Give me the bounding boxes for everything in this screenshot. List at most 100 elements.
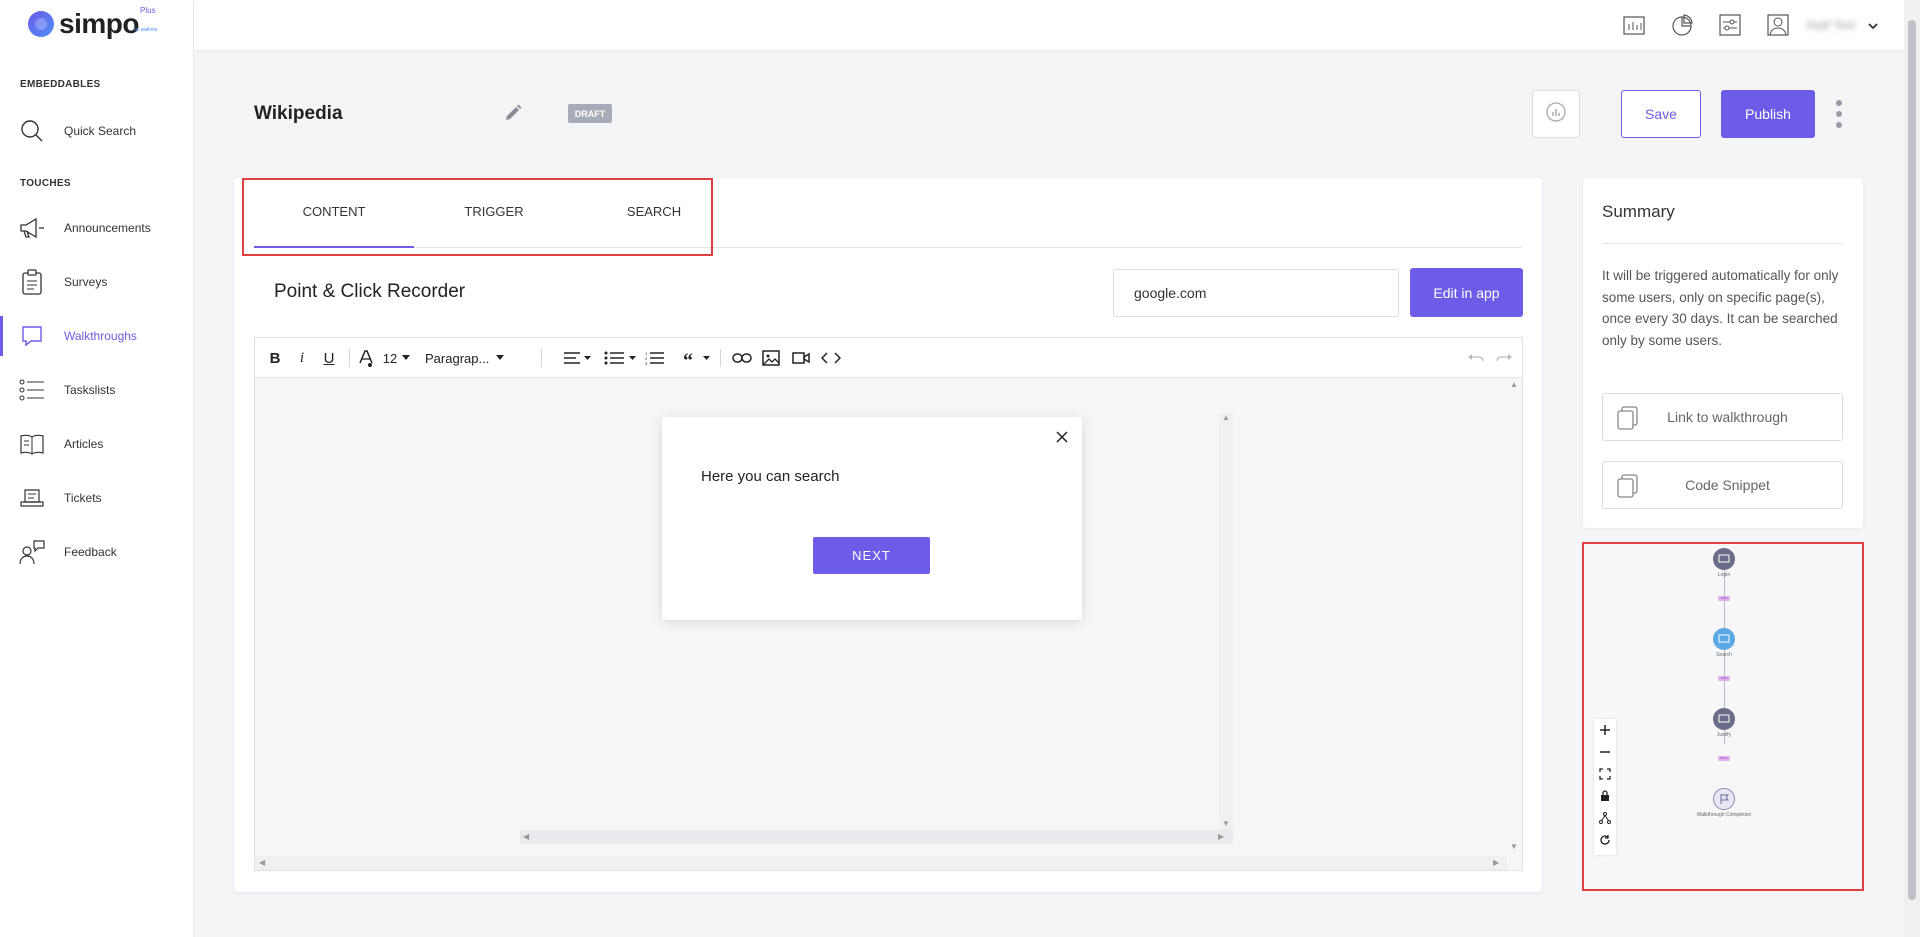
scrollbar-thumb[interactable] [1908, 20, 1916, 900]
code-snippet-button[interactable]: Code Snippet [1602, 461, 1843, 509]
book-icon [18, 430, 46, 458]
bullet-list-icon[interactable] [604, 348, 638, 368]
align-icon[interactable] [564, 348, 592, 368]
sidebar-item-quick-search[interactable]: Quick Search [0, 111, 194, 151]
clipboard-icon [18, 268, 46, 296]
simpo-logo[interactable]: simpo [28, 8, 139, 40]
numbered-list-icon[interactable]: 123 [645, 348, 665, 368]
caret-down-icon[interactable] [495, 348, 505, 368]
flow-node-label: Justify [1716, 732, 1732, 738]
popup-text: Here you can search [701, 468, 840, 485]
redo-icon[interactable] [1495, 348, 1513, 368]
sidebar-item-feedback[interactable]: Feedback [0, 532, 194, 572]
logo-by: by walkme [134, 27, 158, 33]
search-icon [18, 117, 46, 145]
sidebar-item-announcements[interactable]: Announcements [0, 208, 194, 248]
scroll-left-arrow-icon[interactable]: ◀ [259, 858, 265, 867]
scroll-up-arrow-icon[interactable]: ▲ [1222, 413, 1230, 422]
layout-tree-icon[interactable] [1594, 807, 1616, 829]
settings-sliders-icon[interactable] [1718, 13, 1742, 37]
sidebar-item-label: Taskslists [64, 383, 116, 397]
svg-text:3: 3 [645, 361, 648, 365]
font-size-select[interactable]: 12 [383, 348, 397, 368]
feedback-icon [18, 538, 46, 566]
editor-toolbar: B i U 12 Paragrap... 123 “ [255, 338, 1522, 378]
page-scrollbar[interactable] [1904, 0, 1920, 937]
sidebar-item-walkthroughs[interactable]: Walkthroughs [0, 316, 194, 356]
scroll-right-arrow-icon[interactable]: ▶ [1218, 832, 1224, 841]
pencil-icon[interactable] [503, 103, 523, 128]
blockquote-icon[interactable]: “ [683, 348, 713, 368]
flow-edge-tag: Click [1718, 596, 1730, 601]
flow-node-step-icon[interactable] [1713, 708, 1735, 730]
font-color-icon[interactable] [357, 348, 375, 368]
sidebar-item-label: Articles [64, 437, 104, 451]
inner-vertical-scrollbar[interactable]: ▲ ▼ [1219, 413, 1233, 833]
next-button[interactable]: NEXT [813, 537, 930, 574]
divider [1602, 243, 1842, 244]
caret-down-icon[interactable] [401, 348, 411, 368]
flow-node-step-icon[interactable] [1713, 628, 1735, 650]
summary-text: It will be triggered automatically for o… [1602, 268, 1839, 348]
close-icon[interactable] [1054, 429, 1070, 445]
toolbar-divider [720, 349, 721, 367]
user-avatar-icon[interactable] [1766, 13, 1790, 37]
flow-edge-tag: Show [1718, 756, 1730, 761]
url-input[interactable]: google.com [1113, 269, 1399, 317]
sidebar-item-label: Surveys [64, 275, 108, 289]
link-to-walkthrough-button[interactable]: Link to walkthrough [1602, 393, 1843, 441]
undo-icon[interactable] [1467, 348, 1485, 368]
code-icon[interactable] [821, 348, 841, 368]
paragraph-select[interactable]: Paragrap... [425, 348, 493, 368]
section-embeddables: EMBEDDABLES [20, 79, 101, 90]
italic-button[interactable]: i [295, 348, 309, 368]
chevron-down-icon[interactable] [1867, 18, 1879, 36]
flow-edge-tag: Click [1718, 676, 1730, 681]
sidebar-item-taskslists[interactable]: Taskslists [0, 370, 194, 410]
username[interactable]: Asaf Test [1806, 18, 1855, 32]
summary-title: Summary [1602, 202, 1675, 221]
more-options-icon[interactable] [1833, 100, 1845, 128]
lock-icon[interactable] [1594, 785, 1616, 807]
video-icon[interactable] [792, 348, 810, 368]
scroll-down-arrow-icon[interactable]: ▼ [1222, 819, 1230, 828]
sidebar-item-label: Announcements [64, 221, 151, 235]
recorder-title: Point & Click Recorder [274, 281, 466, 302]
scroll-up-arrow-icon[interactable]: ▲ [1510, 380, 1518, 389]
sidebar-item-label: Tickets [64, 491, 102, 505]
analytics-button[interactable] [1532, 90, 1580, 138]
zoom-out-icon[interactable] [1594, 741, 1616, 763]
sidebar-item-surveys[interactable]: Surveys [0, 262, 194, 302]
list-icon [18, 376, 46, 404]
bar-chart-icon[interactable] [1622, 13, 1646, 37]
svg-text:“: “ [683, 351, 693, 365]
flow-node-label: Search [1716, 652, 1732, 658]
publish-button[interactable]: Publish [1721, 90, 1815, 138]
pie-chart-icon[interactable] [1670, 13, 1694, 37]
scroll-down-arrow-icon[interactable]: ▼ [1510, 842, 1518, 851]
logo-mark-icon [28, 11, 54, 37]
bold-button[interactable]: B [267, 348, 283, 368]
flow-node-step-icon[interactable] [1713, 548, 1735, 570]
image-icon[interactable] [762, 348, 780, 368]
underline-button[interactable]: U [321, 348, 337, 368]
zoom-in-icon[interactable] [1594, 719, 1616, 741]
outer-vertical-scrollbar[interactable]: ▲ ▼ [1507, 378, 1521, 856]
edit-in-app-button[interactable]: Edit in app [1410, 268, 1523, 317]
scroll-right-arrow-icon[interactable]: ▶ [1493, 858, 1499, 867]
sidebar-item-tickets[interactable]: Tickets [0, 478, 194, 518]
toolbar-divider [349, 349, 350, 367]
inner-horizontal-scrollbar[interactable]: ◀ ▶ [520, 830, 1233, 844]
copy-icon [1617, 406, 1639, 433]
save-button[interactable]: Save [1621, 90, 1701, 138]
megaphone-icon [18, 214, 46, 242]
top-bar: Asaf Test [194, 0, 1904, 50]
section-touches: TOUCHES [20, 178, 71, 189]
fit-view-icon[interactable] [1594, 763, 1616, 785]
flag-icon[interactable] [1713, 788, 1735, 810]
refresh-icon[interactable] [1594, 829, 1616, 851]
outer-horizontal-scrollbar[interactable]: ◀ ▶ [255, 856, 1507, 870]
scroll-left-arrow-icon[interactable]: ◀ [523, 832, 529, 841]
link-icon[interactable] [732, 348, 752, 368]
sidebar-item-articles[interactable]: Articles [0, 424, 194, 464]
